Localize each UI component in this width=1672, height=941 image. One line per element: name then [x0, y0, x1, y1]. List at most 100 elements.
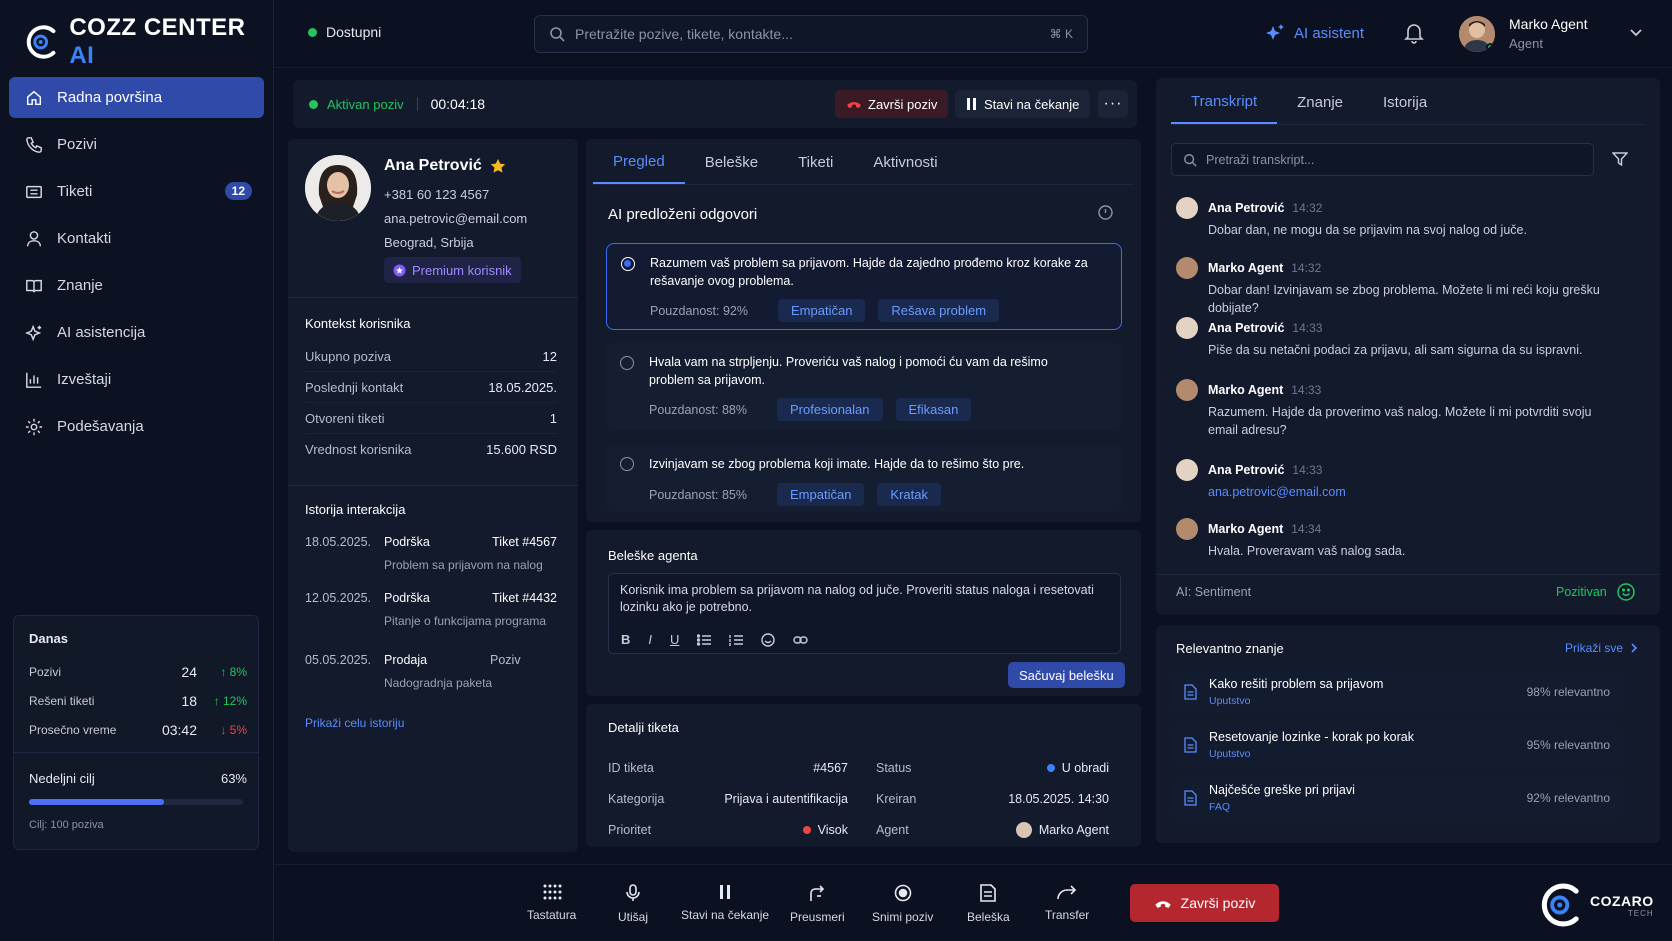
- tab-transkript[interactable]: Transkript: [1171, 80, 1278, 124]
- divider: [288, 297, 578, 298]
- hang-up-icon: [1154, 900, 1171, 908]
- notes-textarea[interactable]: Korisnik ima problem sa prijavom na nalo…: [620, 582, 1100, 616]
- chevron-down-icon[interactable]: [1629, 28, 1643, 38]
- sidebar-item-kontakti[interactable]: Kontakti: [9, 218, 264, 259]
- link-icon[interactable]: [793, 635, 809, 645]
- history-item[interactable]: 05.05.2025. Prodaja Poziv Nadogradnja pa…: [305, 653, 557, 709]
- tab-istorija[interactable]: Istorija: [1363, 80, 1447, 124]
- more-options-button[interactable]: ···: [1098, 90, 1128, 118]
- sidebar-item-radna-povrsina[interactable]: Radna površina: [9, 77, 264, 118]
- transfer-label: Transfer: [1045, 908, 1090, 922]
- knowledge-item[interactable]: Najčešće greške pri prijavi FAQ 92% rele…: [1172, 778, 1623, 818]
- suggestion-radio[interactable]: [621, 257, 635, 271]
- history-item[interactable]: 18.05.2025. Podrška Tiket #4567 Problem …: [305, 535, 557, 591]
- book-icon: [26, 279, 42, 292]
- knowledge-item-title: Kako rešiti problem sa prijavom: [1209, 677, 1384, 691]
- sidebar-item-tiketi[interactable]: Tiketi 12: [9, 171, 264, 212]
- sidebar-item-izvestaji[interactable]: Izveštaji: [9, 359, 264, 400]
- hold-label: Stavi na čekanje: [984, 96, 1080, 112]
- filter-icon[interactable]: [1612, 152, 1628, 166]
- save-note-button[interactable]: Sačuvaj belešku: [1008, 662, 1125, 688]
- emoji-icon[interactable]: [761, 632, 776, 647]
- ai-assistant-button[interactable]: AI asistent: [1265, 23, 1364, 43]
- star-icon[interactable]: [490, 158, 506, 174]
- history-item[interactable]: 12.05.2025. Podrška Tiket #4432 Pitanje …: [305, 591, 557, 653]
- suggestion-card[interactable]: Izvinjavam se zbog problema koji imate. …: [606, 445, 1122, 512]
- knowledge-item-score: 98% relevantno: [1526, 685, 1610, 699]
- bold-icon[interactable]: B: [621, 632, 630, 647]
- user-role: Agent: [1509, 36, 1543, 51]
- message-time: 14:34: [1291, 522, 1322, 536]
- context-value: 12: [542, 348, 557, 364]
- suggestion-meta: Pouzdanost: 85% Empatičan Kratak: [649, 483, 941, 506]
- note-button[interactable]: Beleška: [967, 884, 1010, 924]
- end-call-footer-button[interactable]: Završi poziv: [1130, 884, 1279, 922]
- bell-icon[interactable]: [1404, 22, 1424, 44]
- more-icon: ···: [1103, 95, 1123, 112]
- transcript-search[interactable]: Pretraži transkript...: [1171, 143, 1594, 176]
- suggestion-card[interactable]: Razumem vaš problem sa prijavom. Hajde d…: [606, 243, 1122, 330]
- show-full-history-link[interactable]: Prikaži celu istoriju: [305, 716, 404, 730]
- redirect-button[interactable]: Preusmeri: [790, 884, 845, 924]
- agent-avatar: [1015, 821, 1032, 838]
- brand-ai: AI: [69, 42, 95, 69]
- stat-delta-down: ↓ 5%: [220, 722, 247, 737]
- sidebar-item-ai-asistencija[interactable]: AI asistencija: [9, 312, 264, 353]
- message-header: Marko Agent 14:34: [1176, 518, 1616, 540]
- divider: [288, 485, 578, 486]
- knowledge-item-type: Uputstvo: [1209, 695, 1251, 707]
- online-dot: [1486, 43, 1495, 52]
- hold-button[interactable]: Stavi na čekanje: [955, 90, 1091, 118]
- history-desc: Nadogradnja paketa: [384, 676, 493, 690]
- keypad-button[interactable]: Tastatura: [527, 884, 576, 922]
- user-info[interactable]: Marko Agent Agent: [1509, 16, 1588, 51]
- global-search[interactable]: Pretražite pozive, tikete, kontakte... ⌘…: [534, 15, 1088, 53]
- knowledge-item-score: 95% relevantno: [1526, 738, 1610, 752]
- transfer-button[interactable]: Transfer: [1045, 884, 1089, 922]
- sidebar-item-podesavanja[interactable]: Podešavanja: [9, 406, 264, 447]
- ticket-priority: Visok: [802, 823, 848, 837]
- bullet-list-icon[interactable]: [697, 633, 712, 646]
- tab-pregled[interactable]: Pregled: [593, 140, 685, 184]
- knowledge-item[interactable]: Resetovanje lozinke - korak po korak Upu…: [1172, 725, 1623, 765]
- stat-label: Prosečno vreme: [29, 722, 117, 737]
- search-input[interactable]: Pretražite pozive, tikete, kontakte...: [575, 26, 793, 42]
- user-avatar[interactable]: [1459, 16, 1495, 52]
- message-author: Marko Agent: [1208, 383, 1284, 397]
- tab-aktivnosti[interactable]: Aktivnosti: [853, 140, 957, 184]
- suggestion-card[interactable]: Hvala vam na strpljenju. Proveriću vaš n…: [606, 343, 1122, 430]
- end-call-button[interactable]: Završi poziv: [835, 90, 949, 118]
- message-time: 14:33: [1292, 321, 1323, 335]
- ticket-id-label: ID tiketa: [608, 760, 654, 775]
- sidebar-item-pozivi[interactable]: Pozivi: [9, 124, 264, 165]
- sidebar-item-label: Izveštaji: [57, 371, 112, 388]
- tab-beleske[interactable]: Beleške: [685, 140, 778, 184]
- knowledge-item[interactable]: Kako rešiti problem sa prijavom Uputstvo…: [1172, 672, 1623, 712]
- suggestion-meta: Pouzdanost: 88% Profesionalan Efikasan: [649, 398, 972, 421]
- show-all-knowledge-link[interactable]: Prikaži sve: [1565, 641, 1638, 655]
- premium-badge-label: Premium korisnik: [412, 262, 512, 278]
- message-email-link[interactable]: ana.petrovic@email.com: [1208, 483, 1616, 501]
- suggestion-confidence: Pouzdanost: 92%: [650, 303, 748, 318]
- tab-znanje[interactable]: Znanje: [1277, 80, 1363, 124]
- sidebar-item-znanje[interactable]: Znanje: [9, 265, 264, 306]
- info-icon[interactable]: [1098, 205, 1113, 220]
- record-call-button[interactable]: Snimi poziv: [872, 884, 933, 924]
- italic-icon[interactable]: I: [648, 632, 652, 647]
- availability-status[interactable]: Dostupni: [308, 24, 381, 40]
- context-list: Ukupno poziva 12 Poslednji kontakt 18.05.2…: [305, 341, 557, 465]
- numbered-list-icon[interactable]: [729, 634, 744, 646]
- customer-phone[interactable]: +381 60 123 4567: [384, 183, 527, 207]
- transcript-search-input[interactable]: Pretraži transkript...: [1206, 153, 1314, 167]
- underline-icon[interactable]: U: [670, 632, 679, 647]
- customer-email[interactable]: ana.petrovic@email.com: [384, 207, 527, 231]
- hold-footer-button[interactable]: Stavi na čekanje: [681, 884, 769, 922]
- suggestion-radio[interactable]: [620, 457, 634, 471]
- suggestion-radio[interactable]: [620, 356, 634, 370]
- notes-editor[interactable]: Korisnik ima problem sa prijavom na nalo…: [608, 573, 1121, 654]
- brand-logo[interactable]: COZZ CENTER AI: [24, 14, 273, 70]
- tab-tiketi[interactable]: Tiketi: [778, 140, 853, 184]
- ticket-right-col: Status U obradi Kreiran 18.05.2025. 14:30 …: [876, 752, 1109, 845]
- mute-button[interactable]: Utišaj: [618, 884, 648, 924]
- stat-delta-up: ↑ 8%: [220, 664, 247, 679]
